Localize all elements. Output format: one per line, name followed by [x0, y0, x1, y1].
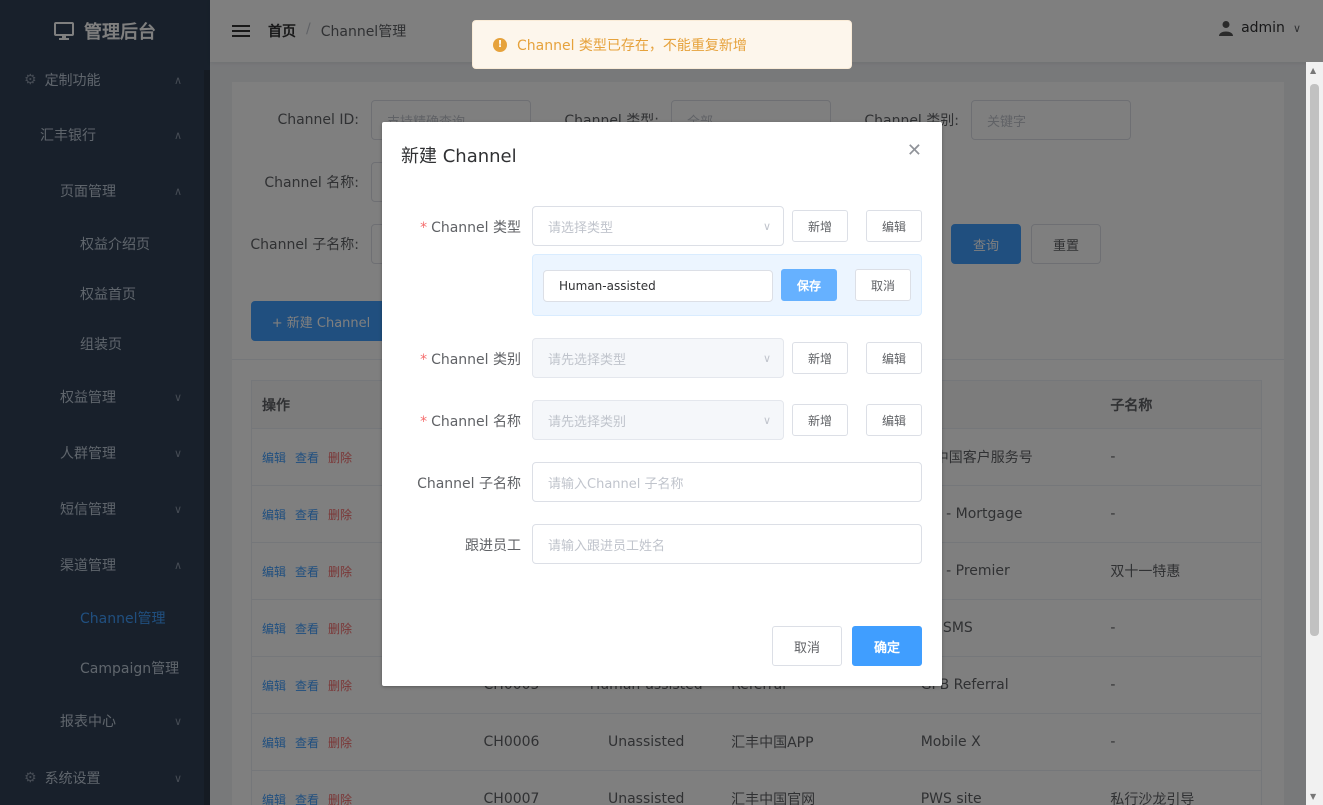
name-label: * Channel 名称: [420, 414, 521, 430]
type-add-button[interactable]: 新增: [792, 210, 848, 242]
category-add-button[interactable]: 新增: [792, 342, 848, 374]
scroll-down-icon[interactable]: ▼: [1310, 792, 1316, 801]
cancel-button[interactable]: 取消: [772, 626, 842, 666]
new-channel-dialog: 新建 Channel ✕ * Channel 类型 请选择类型 ∨ 新增 编辑 Hu…: [382, 122, 942, 686]
inline-add-panel: Human-assisted 保存 取消: [532, 254, 922, 316]
category-edit-button[interactable]: 编辑: [866, 342, 922, 374]
staff-input[interactable]: 请输入跟进员工姓名: [532, 524, 922, 564]
inline-cancel-button[interactable]: 取消: [855, 269, 911, 301]
type-edit-button[interactable]: 编辑: [866, 210, 922, 242]
name-select[interactable]: 请先选择类别 ∨: [532, 400, 784, 440]
warning-icon: !: [493, 37, 507, 52]
inline-type-input[interactable]: Human-assisted: [543, 270, 773, 302]
subname-label: Channel 子名称: [417, 476, 521, 492]
subname-input[interactable]: 请输入Channel 子名称: [532, 462, 922, 502]
staff-label: 跟进员工: [465, 538, 521, 554]
chevron-down-icon: ∨: [762, 219, 771, 233]
confirm-button[interactable]: 确定: [852, 626, 922, 666]
chevron-down-icon: ∨: [762, 413, 771, 427]
scrollbar-thumb[interactable]: [1310, 84, 1319, 636]
type-label: * Channel 类型: [420, 220, 521, 236]
dialog-title: 新建 Channel: [401, 146, 517, 167]
chevron-down-icon: ∨: [762, 351, 771, 365]
category-label: * Channel 类别: [420, 352, 521, 368]
category-select[interactable]: 请先选择类型 ∨: [532, 338, 784, 378]
name-edit-button[interactable]: 编辑: [866, 404, 922, 436]
inline-save-button[interactable]: 保存: [781, 269, 837, 301]
page-scrollbar[interactable]: ▲ ▼: [1306, 62, 1323, 805]
warning-toast: ! Channel 类型已存在，不能重复新增: [472, 20, 852, 69]
close-icon[interactable]: ✕: [907, 140, 922, 161]
name-add-button[interactable]: 新增: [792, 404, 848, 436]
scroll-up-icon[interactable]: ▲: [1310, 66, 1316, 75]
type-select[interactable]: 请选择类型 ∨: [532, 206, 784, 246]
toast-message: Channel 类型已存在，不能重复新增: [517, 37, 747, 54]
